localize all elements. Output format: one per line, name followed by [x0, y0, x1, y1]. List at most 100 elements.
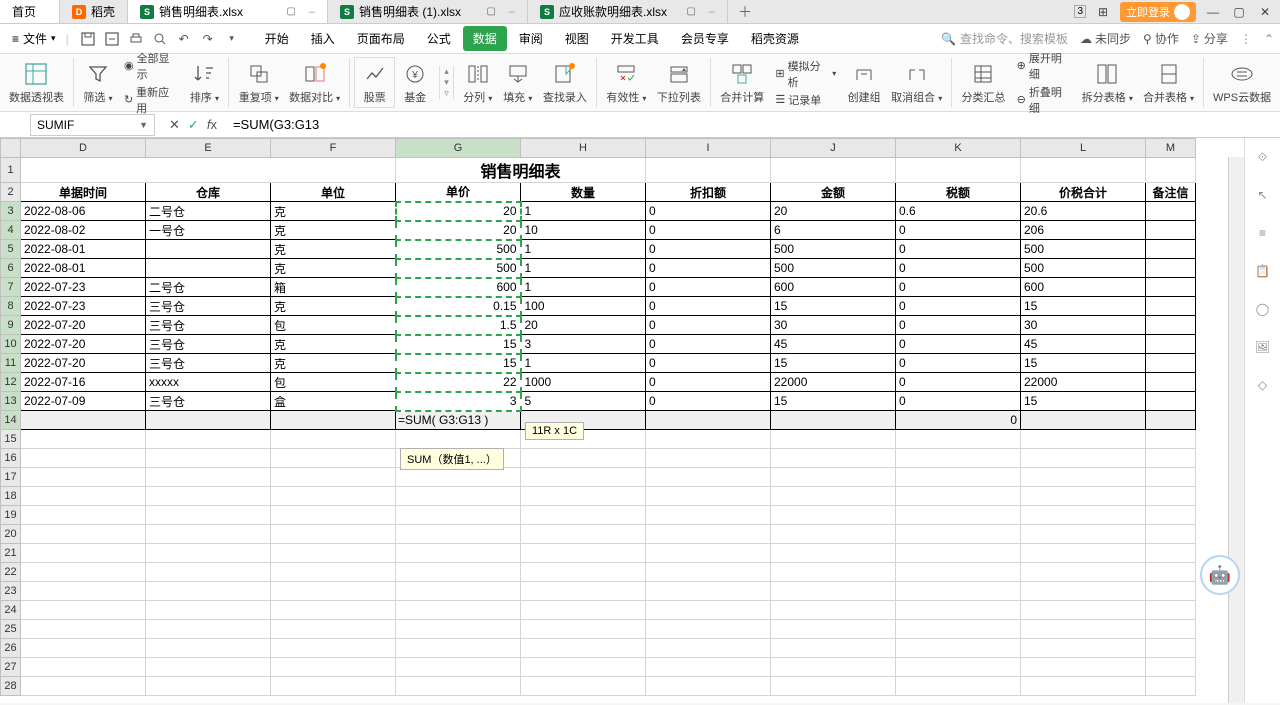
cell[interactable]: [896, 620, 1021, 639]
row-header-11[interactable]: 11: [1, 354, 21, 373]
cell[interactable]: [1146, 202, 1196, 221]
expand-button[interactable]: ⊕展开明细: [1017, 50, 1071, 82]
cell[interactable]: [396, 563, 521, 582]
cell[interactable]: 2022-08-06: [21, 202, 146, 221]
tab-pagelayout[interactable]: 页面布局: [347, 26, 415, 51]
cell[interactable]: 三号仓: [146, 354, 271, 373]
qat-dropdown-icon[interactable]: ▾: [223, 30, 241, 48]
cell[interactable]: [646, 620, 771, 639]
record-button[interactable]: ☰记录单: [775, 92, 836, 108]
row-header-15[interactable]: 15: [1, 430, 21, 449]
cell[interactable]: 20: [396, 202, 521, 221]
cell[interactable]: [1146, 297, 1196, 316]
select-all-corner[interactable]: [1, 139, 21, 158]
cancel-formula-button[interactable]: ✕: [169, 117, 180, 133]
row-header-2[interactable]: 2: [1, 183, 21, 202]
cell[interactable]: [271, 601, 396, 620]
cell[interactable]: [146, 658, 271, 677]
cell[interactable]: [646, 506, 771, 525]
cell[interactable]: [21, 620, 146, 639]
cell[interactable]: [646, 658, 771, 677]
cell[interactable]: [1021, 582, 1146, 601]
cell[interactable]: [271, 563, 396, 582]
row-header-24[interactable]: 24: [1, 601, 21, 620]
cell[interactable]: [271, 487, 396, 506]
cell[interactable]: [271, 544, 396, 563]
cell[interactable]: 600: [1021, 278, 1146, 297]
cell[interactable]: [146, 620, 271, 639]
cell[interactable]: [771, 468, 896, 487]
cell[interactable]: [771, 487, 896, 506]
cell[interactable]: [896, 658, 1021, 677]
cell[interactable]: [146, 677, 271, 696]
cell[interactable]: 3: [396, 392, 521, 411]
cell[interactable]: 500: [396, 259, 521, 278]
tab-workbook-1[interactable]: S 销售明细表.xlsx ▢ –: [128, 0, 328, 23]
cell[interactable]: 2022-07-20: [21, 335, 146, 354]
validity-button[interactable]: 有效性 ▾: [601, 58, 652, 107]
cell[interactable]: 二号仓: [146, 278, 271, 297]
cell[interactable]: 45: [771, 335, 896, 354]
cell[interactable]: [1021, 411, 1146, 430]
cell[interactable]: 0: [646, 335, 771, 354]
cell[interactable]: 0: [896, 278, 1021, 297]
cell[interactable]: [646, 677, 771, 696]
cell[interactable]: 15: [396, 354, 521, 373]
split-col-button[interactable]: 分列 ▾: [458, 58, 498, 107]
cell[interactable]: [771, 677, 896, 696]
cell[interactable]: [396, 430, 521, 449]
close-icon[interactable]: –: [309, 6, 315, 18]
cell[interactable]: [146, 601, 271, 620]
cell[interactable]: 三号仓: [146, 392, 271, 411]
cell[interactable]: [1021, 601, 1146, 620]
cell[interactable]: [521, 487, 646, 506]
spreadsheet-grid[interactable]: DEFGHIJKLM1销售明细表2单据时间仓库单位单价数量折扣额金额税额价税合计…: [0, 138, 1244, 703]
cell[interactable]: [1146, 677, 1196, 696]
cell[interactable]: 克: [271, 202, 396, 221]
cell[interactable]: [771, 582, 896, 601]
row-header-1[interactable]: 1: [1, 158, 21, 183]
cell[interactable]: 0: [646, 392, 771, 411]
cell[interactable]: [1146, 468, 1196, 487]
cell[interactable]: [771, 620, 896, 639]
cell[interactable]: [771, 563, 896, 582]
row-header-5[interactable]: 5: [1, 240, 21, 259]
cell[interactable]: [896, 525, 1021, 544]
cell[interactable]: 2022-07-09: [21, 392, 146, 411]
cell[interactable]: [646, 563, 771, 582]
cell[interactable]: [21, 544, 146, 563]
cell[interactable]: 20.6: [1021, 202, 1146, 221]
cell[interactable]: 1000: [521, 373, 646, 392]
cell[interactable]: 6: [771, 221, 896, 240]
cell[interactable]: 2022-08-01: [21, 240, 146, 259]
cell[interactable]: [646, 411, 771, 430]
cell[interactable]: [771, 639, 896, 658]
cell[interactable]: [396, 487, 521, 506]
row-header-21[interactable]: 21: [1, 544, 21, 563]
fund-button[interactable]: ¥ 基金: [395, 58, 435, 107]
cell[interactable]: xxxxx: [146, 373, 271, 392]
cell[interactable]: [1021, 525, 1146, 544]
cell[interactable]: [396, 544, 521, 563]
cell[interactable]: [1021, 487, 1146, 506]
row-header-16[interactable]: 16: [1, 449, 21, 468]
row-header-19[interactable]: 19: [1, 506, 21, 525]
cell[interactable]: [896, 639, 1021, 658]
tool-settings-icon[interactable]: ≡: [1252, 222, 1274, 244]
cell[interactable]: 0.6: [896, 202, 1021, 221]
row-header-7[interactable]: 7: [1, 278, 21, 297]
cell[interactable]: 克: [271, 335, 396, 354]
tool-select-icon[interactable]: ↖: [1252, 184, 1274, 206]
cell[interactable]: [646, 582, 771, 601]
compare-button[interactable]: 数据对比 ▾: [284, 58, 350, 107]
cell[interactable]: 克: [271, 221, 396, 240]
cell[interactable]: 15: [771, 354, 896, 373]
col-header-E[interactable]: E: [146, 139, 271, 158]
cell[interactable]: [1146, 259, 1196, 278]
minimize-button[interactable]: —: [1204, 3, 1222, 21]
cell[interactable]: [521, 601, 646, 620]
cell[interactable]: [896, 544, 1021, 563]
cell[interactable]: [1021, 544, 1146, 563]
row-header-27[interactable]: 27: [1, 658, 21, 677]
cell[interactable]: 20: [771, 202, 896, 221]
